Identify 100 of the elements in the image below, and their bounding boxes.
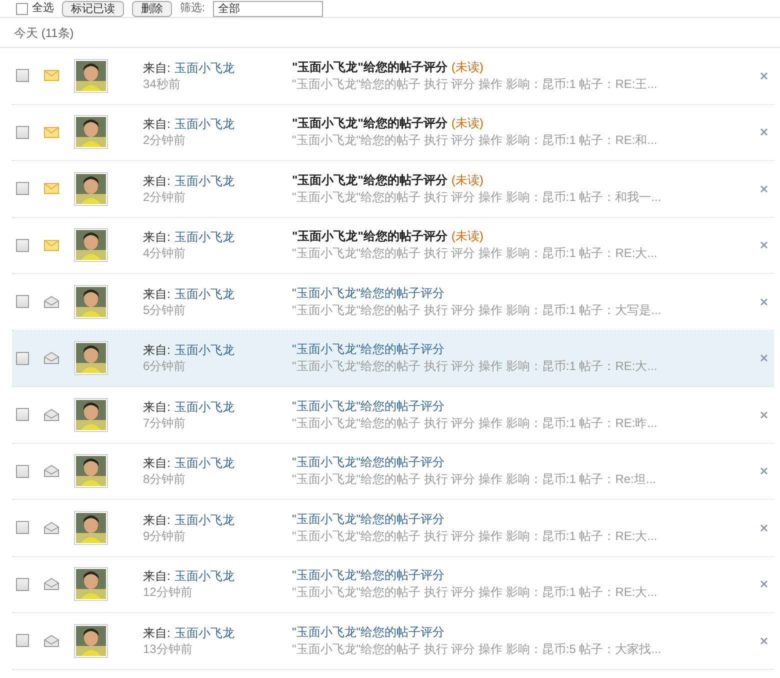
avatar[interactable] — [74, 284, 108, 319]
close-button[interactable] — [758, 182, 770, 195]
close-button[interactable] — [758, 522, 770, 534]
time-text: 12分钟前 — [143, 584, 194, 600]
sender-link[interactable]: 玉面小飞龙 — [174, 624, 234, 641]
avatar[interactable] — [74, 172, 108, 206]
time-text: 4分钟前 — [143, 245, 187, 262]
row-checkbox[interactable] — [16, 69, 29, 82]
avatar[interactable] — [74, 398, 108, 432]
sender-link[interactable]: 玉面小飞龙 — [174, 172, 234, 189]
sender-link[interactable]: 玉面小飞龙 — [174, 116, 234, 132]
close-button[interactable] — [758, 578, 770, 590]
row-checkbox[interactable] — [16, 126, 29, 139]
unread-tag: (未读) — [451, 58, 484, 76]
close-icon — [760, 184, 768, 193]
sender-link[interactable]: 玉面小飞龙 — [174, 229, 234, 246]
notice-summary: "玉面小飞龙"给您的帖子 执行 评分 操作 影响：昆币:1 帖子：和我一... — [292, 188, 662, 206]
open-envelope-icon — [44, 465, 59, 478]
notice-summary: "玉面小飞龙"给您的帖子 执行 评分 操作 影响：昆币:1 帖子：RE:大... — [292, 358, 658, 376]
sender-link[interactable]: 玉面小飞龙 — [174, 342, 234, 358]
notice-title[interactable]: "玉面小飞龙"给您的帖子评分 — [292, 172, 448, 189]
close-icon — [760, 241, 768, 250]
close-button[interactable] — [758, 296, 770, 308]
from-label: 来自: — [143, 512, 170, 528]
open-envelope-icon — [44, 352, 59, 364]
avatar[interactable] — [74, 228, 108, 262]
time-text: 6分钟前 — [143, 358, 187, 374]
row-checkbox[interactable] — [16, 295, 29, 308]
sender-link[interactable]: 玉面小飞龙 — [174, 568, 234, 584]
avatar[interactable] — [74, 115, 108, 150]
notice-title[interactable]: "玉面小飞龙"给您的帖子评分 — [292, 115, 448, 132]
time-text: 13分钟前 — [143, 640, 194, 657]
notice-title[interactable]: "玉面小飞龙"给您的帖子评分 — [292, 398, 445, 415]
notice-summary: "玉面小飞龙"给您的帖子 执行 评分 操作 影响：昆币:5 帖子：大家找... — [292, 640, 662, 658]
from-label: 来自: — [143, 116, 170, 132]
avatar[interactable] — [74, 510, 108, 545]
filter-select[interactable]: 全部 — [213, 0, 324, 16]
notice-title[interactable]: "玉面小飞龙"给您的帖子评分 — [292, 624, 445, 641]
notice-title[interactable]: "玉面小飞龙"给您的帖子评分 — [292, 228, 448, 246]
row-checkbox[interactable] — [16, 578, 29, 591]
notice-title[interactable]: "玉面小飞龙"给您的帖子评分 — [292, 58, 448, 76]
sender-link[interactable]: 玉面小飞龙 — [174, 60, 234, 76]
notice-row[interactable]: 来自: 玉面小飞龙 4分钟前 "玉面小飞龙"给您的帖子评分 (未读) "玉面小飞龙"给您的帖子 执行 评分 操作 影响：昆币:1 帖子：RE:大... — [12, 218, 774, 274]
row-checkbox[interactable] — [16, 182, 29, 196]
notice-title[interactable]: "玉面小飞龙"给您的帖子评分 — [292, 567, 445, 584]
time-text: 2分钟前 — [143, 188, 187, 205]
from-label: 来自: — [143, 172, 170, 189]
select-all-checkbox[interactable] — [16, 2, 28, 14]
notice-title[interactable]: "玉面小飞龙"给您的帖子评分 — [292, 284, 445, 302]
row-checkbox[interactable] — [16, 521, 29, 534]
close-button[interactable] — [758, 408, 770, 421]
close-icon — [760, 636, 768, 645]
toolbar-button[interactable]: 标记已读 — [62, 0, 124, 16]
sender-link[interactable]: 玉面小飞龙 — [174, 512, 234, 528]
sender-link[interactable]: 玉面小飞龙 — [174, 398, 234, 415]
group-title: 今天 (11条) — [14, 24, 74, 42]
notice-row[interactable]: 来自: 玉面小飞龙 8分钟前 "玉面小飞龙"给您的帖子评分 "玉面小飞龙"给您的帖子 执行 评分 操作 影响：昆币:1 帖子：Re:坦... — [12, 444, 774, 500]
close-button[interactable] — [758, 70, 770, 82]
sender-link[interactable]: 玉面小飞龙 — [174, 455, 234, 472]
from-label: 来自: — [143, 568, 170, 584]
row-checkbox[interactable] — [16, 238, 29, 252]
close-icon — [760, 354, 768, 362]
notice-summary: "玉面小飞龙"给您的帖子 执行 评分 操作 影响：昆币:1 帖子：RE:大... — [292, 528, 658, 545]
envelope-icon — [44, 183, 59, 194]
close-button[interactable] — [758, 126, 770, 138]
avatar[interactable] — [74, 624, 108, 658]
open-envelope-icon — [44, 578, 59, 590]
time-text: 34秒前 — [143, 76, 182, 92]
time-text: 5分钟前 — [143, 302, 187, 318]
avatar[interactable] — [74, 454, 108, 488]
notice-summary: "玉面小飞龙"给您的帖子 执行 评分 操作 影响：昆币:1 帖子：RE:大... — [292, 245, 658, 262]
from-label: 来自: — [143, 60, 170, 76]
notice-title[interactable]: "玉面小飞龙"给您的帖子评分 — [292, 510, 445, 528]
select-all-label: 全选 — [32, 1, 54, 16]
row-checkbox[interactable] — [16, 634, 29, 648]
close-button[interactable] — [758, 352, 770, 364]
row-checkbox[interactable] — [16, 464, 29, 478]
time-text: 2分钟前 — [143, 132, 187, 148]
close-button[interactable] — [758, 465, 770, 478]
notice-row[interactable]: 来自: 玉面小飞龙 6分钟前 "玉面小飞龙"给您的帖子评分 "玉面小飞龙"给您的帖子 执行 评分 操作 影响：昆币:1 帖子：RE:大... — [12, 330, 774, 387]
notice-row[interactable]: 来自: 玉面小飞龙 2分钟前 "玉面小飞龙"给您的帖子评分 (未读) "玉面小飞龙"给您的帖子 执行 评分 操作 影响：昆币:1 帖子：RE:和... — [12, 104, 774, 161]
close-icon — [760, 298, 768, 306]
from-label: 来自: — [143, 229, 170, 246]
avatar[interactable] — [74, 567, 108, 602]
envelope-icon — [44, 126, 59, 138]
notice-summary: "玉面小飞龙"给您的帖子 执行 评分 操作 影响：昆币:1 帖子：RE:大... — [292, 584, 658, 602]
sender-link[interactable]: 玉面小飞龙 — [174, 286, 234, 302]
row-checkbox[interactable] — [16, 408, 29, 422]
avatar[interactable] — [74, 58, 108, 93]
close-button[interactable] — [758, 634, 770, 647]
notice-title[interactable]: "玉面小飞龙"给您的帖子评分 — [292, 341, 445, 358]
avatar[interactable] — [74, 341, 108, 376]
close-icon — [760, 580, 768, 588]
close-button[interactable] — [758, 239, 770, 252]
notice-row[interactable]: 来自: 玉面小飞龙 12分钟前 "玉面小飞龙"给您的帖子评分 "玉面小飞龙"给您的帖子 执行 评分 操作 影响：昆币:1 帖子：RE:大... — [12, 556, 774, 613]
open-envelope-icon — [44, 408, 59, 421]
notice-title[interactable]: "玉面小飞龙"给您的帖子评分 — [292, 454, 445, 472]
open-envelope-icon — [44, 296, 59, 308]
toolbar-button[interactable]: 删除 — [132, 0, 172, 16]
row-checkbox[interactable] — [16, 352, 29, 365]
